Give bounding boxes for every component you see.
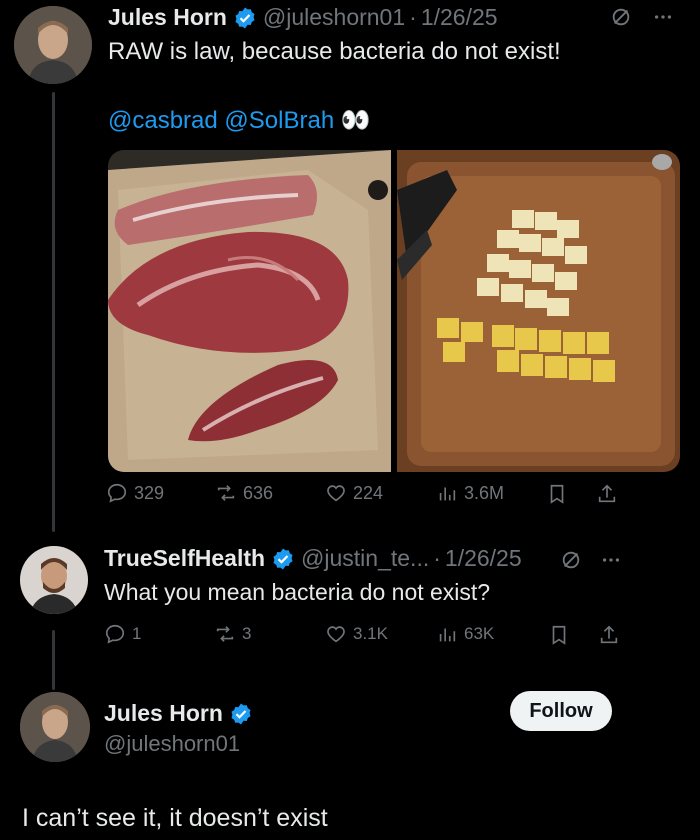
avatar-image: [20, 692, 90, 762]
verified-badge-icon: [235, 7, 255, 28]
author-name[interactable]: Jules Horn: [108, 4, 227, 31]
photo-butter-board[interactable]: [397, 150, 680, 472]
author-handle[interactable]: @juleshorn01: [104, 731, 240, 757]
eyes-emoji: 👀: [340, 107, 371, 134]
share-icon[interactable]: [596, 483, 618, 505]
reply-icon: [107, 483, 127, 503]
reply-count: 329: [134, 482, 165, 503]
bookmark-icon[interactable]: [546, 483, 568, 505]
like-button[interactable]: 224: [325, 482, 383, 504]
tweet1-text: RAW is law, because bacteria do not exis…: [108, 38, 561, 65]
views-button[interactable]: 3.6M: [436, 482, 504, 504]
separator-dot: ·: [433, 545, 441, 571]
separator-dot: ·: [409, 4, 417, 30]
avatar-trueselfhealth[interactable]: [20, 546, 88, 614]
reply-icon: [105, 624, 125, 644]
like-icon: [327, 626, 345, 643]
mention-solbrah[interactable]: @SolBrah: [224, 107, 334, 134]
views-count: 63K: [464, 624, 495, 643]
reply-button[interactable]: 1: [104, 623, 141, 645]
repost-icon: [216, 626, 234, 642]
tweet1-mentions: @casbrad @SolBrah 👀: [108, 106, 371, 135]
tweet1-header: Jules Horn @juleshorn01 · 1/26/25: [108, 4, 498, 31]
profile-card-header: Jules Horn: [104, 700, 259, 727]
repost-count: 636: [243, 482, 274, 503]
butter-board-image: [397, 150, 680, 472]
tweet2-text: What you mean bacteria do not exist?: [104, 579, 491, 605]
views-icon: [439, 628, 456, 642]
like-button[interactable]: 3.1K: [325, 623, 388, 645]
repost-count: 3: [242, 624, 252, 643]
views-count: 3.6M: [464, 482, 505, 503]
repost-button[interactable]: 636: [215, 482, 273, 504]
mention-casbrad[interactable]: @casbrad: [108, 107, 218, 134]
author-handle[interactable]: @juleshorn01: [263, 4, 405, 31]
like-count: 224: [353, 482, 384, 503]
reply-count: 1: [132, 624, 142, 643]
reply-button[interactable]: 329: [106, 482, 164, 504]
follow-button[interactable]: Follow: [510, 691, 612, 731]
bookmark-icon[interactable]: [548, 624, 570, 646]
author-name[interactable]: TrueSelfHealth: [104, 545, 265, 572]
more-icon[interactable]: [652, 6, 674, 28]
avatar-image: [14, 6, 92, 84]
tweet-date[interactable]: 1/26/25: [445, 545, 522, 572]
avatar-jules-horn[interactable]: [20, 692, 90, 762]
tweet-date[interactable]: 1/26/25: [421, 4, 498, 31]
like-icon: [327, 485, 345, 502]
raw-meat-image: [108, 150, 391, 472]
author-name[interactable]: Jules Horn: [104, 700, 223, 727]
avatar-image: [20, 546, 88, 614]
like-count: 3.1K: [353, 624, 388, 643]
more-icon[interactable]: [600, 549, 622, 571]
thread-line: [52, 630, 55, 690]
verified-badge-icon: [231, 703, 251, 724]
tweet1-media[interactable]: [108, 150, 680, 472]
edited-icon[interactable]: [560, 549, 582, 571]
views-icon: [439, 487, 456, 501]
caption-text: I can’t see it, it doesn’t exist: [22, 804, 328, 832]
tweet2-header: TrueSelfHealth @justin_te... · 1/26/25: [104, 545, 522, 572]
views-button[interactable]: 63K: [436, 623, 494, 645]
share-icon[interactable]: [598, 624, 620, 646]
repost-icon: [217, 485, 235, 501]
photo-raw-meat[interactable]: [108, 150, 391, 472]
verified-badge-icon: [273, 548, 293, 569]
avatar-jules-horn[interactable]: [14, 6, 92, 84]
repost-button[interactable]: 3: [214, 623, 251, 645]
thread-line: [52, 92, 55, 532]
edited-icon[interactable]: [610, 6, 632, 28]
author-handle[interactable]: @justin_te...: [301, 545, 429, 572]
